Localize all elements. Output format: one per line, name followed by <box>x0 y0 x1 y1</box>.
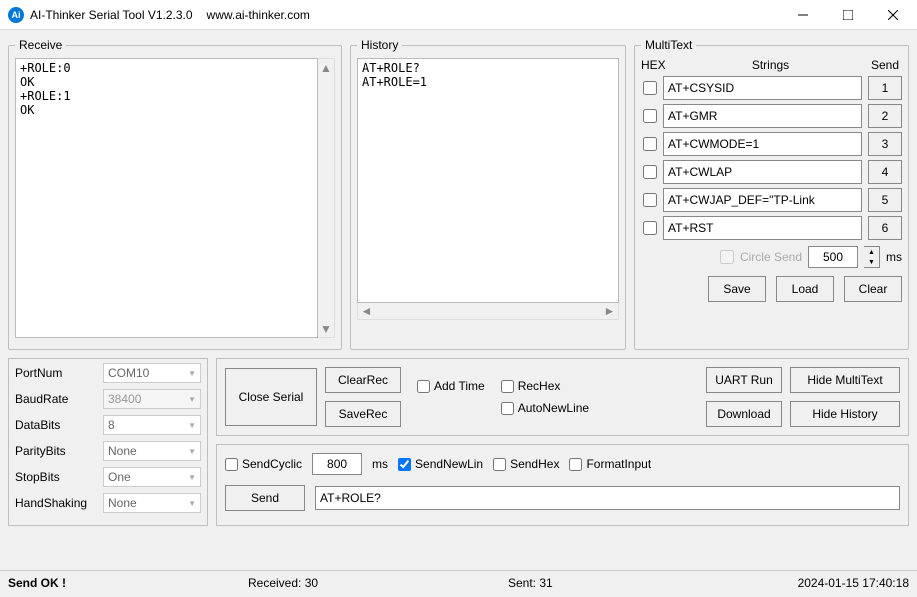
chevron-down-icon: ▼ <box>188 421 196 430</box>
multitext-header-hex: HEX <box>641 58 673 72</box>
multitext-legend: MultiText <box>641 38 696 52</box>
multitext-send-button[interactable]: 2 <box>868 104 902 128</box>
receive-textarea[interactable]: +ROLE:0 OK +ROLE:1 OK <box>15 58 318 338</box>
history-legend: History <box>357 38 402 52</box>
maximize-button[interactable] <box>825 0 870 30</box>
download-button[interactable]: Download <box>706 401 782 427</box>
multitext-clear-button[interactable]: Clear <box>844 276 902 302</box>
send-panel: SendCyclic ms SendNewLin SendHex FormatI… <box>216 444 909 526</box>
minimize-button[interactable] <box>780 0 825 30</box>
cyclic-interval-input[interactable] <box>312 453 362 475</box>
status-sent: Sent: 31 <box>508 576 798 590</box>
circle-send-interval[interactable] <box>808 246 858 268</box>
chevron-down-icon: ▼ <box>188 369 196 378</box>
multitext-row: 1 <box>641 76 902 100</box>
scroll-left-icon[interactable]: ◄ <box>358 303 375 319</box>
auto-newline-checkbox[interactable]: AutoNewLine <box>501 401 589 415</box>
multitext-row: 2 <box>641 104 902 128</box>
history-textarea[interactable]: AT+ROLE? AT+ROLE=1 <box>357 58 619 303</box>
receive-legend: Receive <box>15 38 66 52</box>
scroll-right-icon[interactable]: ► <box>601 303 618 319</box>
status-bar: Send OK ! Received: 30 Sent: 31 2024-01-… <box>0 570 917 594</box>
multitext-send-button[interactable]: 4 <box>868 160 902 184</box>
multitext-hex-checkbox[interactable] <box>643 81 657 95</box>
chevron-down-icon: ▼ <box>188 395 196 404</box>
circle-send-checkbox[interactable] <box>720 250 734 264</box>
rec-hex-checkbox[interactable]: RecHex <box>501 379 589 393</box>
vendor-url: www.ai-thinker.com <box>207 8 310 22</box>
multitext-group: MultiText HEX Strings Send 1 2 3 4 5 6 Circle… <box>634 38 909 350</box>
clear-rec-button[interactable]: ClearRec <box>325 367 401 393</box>
circle-send-label: Circle Send <box>740 250 802 264</box>
command-input[interactable] <box>315 486 900 510</box>
portnum-label: PortNum <box>15 366 103 380</box>
portnum-combo[interactable]: COM10▼ <box>103 363 201 383</box>
multitext-hex-checkbox[interactable] <box>643 165 657 179</box>
cyclic-unit: ms <box>372 457 388 471</box>
receive-group: Receive +ROLE:0 OK +ROLE:1 OK ▲ ▼ <box>8 38 342 350</box>
send-hex-checkbox[interactable]: SendHex <box>493 457 559 471</box>
baudrate-label: BaudRate <box>15 392 103 406</box>
hide-history-button[interactable]: Hide History <box>790 401 900 427</box>
app-logo-icon: Ai <box>8 7 24 23</box>
multitext-send-button[interactable]: 5 <box>868 188 902 212</box>
multitext-hex-checkbox[interactable] <box>643 137 657 151</box>
save-rec-button[interactable]: SaveRec <box>325 401 401 427</box>
multitext-header-strings: Strings <box>677 58 864 72</box>
multitext-string-input[interactable] <box>663 188 862 212</box>
spin-down-icon[interactable]: ▼ <box>864 257 879 267</box>
status-received: Received: 30 <box>248 576 508 590</box>
multitext-string-input[interactable] <box>663 216 862 240</box>
status-message: Send OK ! <box>8 576 248 590</box>
multitext-save-button[interactable]: Save <box>708 276 766 302</box>
multitext-hex-checkbox[interactable] <box>643 109 657 123</box>
multitext-row: 3 <box>641 132 902 156</box>
circle-send-unit: ms <box>886 250 902 264</box>
multitext-load-button[interactable]: Load <box>776 276 834 302</box>
multitext-string-input[interactable] <box>663 104 862 128</box>
scroll-up-icon[interactable]: ▲ <box>318 59 334 76</box>
history-scrollbar[interactable]: ◄ ► <box>357 303 619 320</box>
close-button[interactable] <box>870 0 915 30</box>
multitext-send-button[interactable]: 6 <box>868 216 902 240</box>
control-panel: Close Serial ClearRec SaveRec Add Time R… <box>216 358 909 436</box>
close-serial-button[interactable]: Close Serial <box>225 368 317 426</box>
multitext-string-input[interactable] <box>663 132 862 156</box>
circle-send-spinner[interactable]: ▲▼ <box>864 246 880 268</box>
multitext-row: 5 <box>641 188 902 212</box>
window-title: AI-Thinker Serial Tool V1.2.3.0 <box>30 8 193 22</box>
send-button[interactable]: Send <box>225 485 305 511</box>
multitext-string-input[interactable] <box>663 160 862 184</box>
history-group: History AT+ROLE? AT+ROLE=1 ◄ ► <box>350 38 626 350</box>
multitext-string-input[interactable] <box>663 76 862 100</box>
multitext-send-button[interactable]: 3 <box>868 132 902 156</box>
multitext-row: 4 <box>641 160 902 184</box>
multitext-hex-checkbox[interactable] <box>643 193 657 207</box>
hide-multitext-button[interactable]: Hide MultiText <box>790 367 900 393</box>
title-bar: Ai AI-Thinker Serial Tool V1.2.3.0 www.a… <box>0 0 917 30</box>
spin-up-icon[interactable]: ▲ <box>864 247 879 257</box>
uart-run-button[interactable]: UART Run <box>706 367 782 393</box>
baudrate-combo[interactable]: 38400▼ <box>103 389 201 409</box>
multitext-hex-checkbox[interactable] <box>643 221 657 235</box>
databits-combo[interactable]: 8▼ <box>103 415 201 435</box>
receive-scrollbar[interactable]: ▲ ▼ <box>318 58 335 338</box>
databits-label: DataBits <box>15 418 103 432</box>
format-input-checkbox[interactable]: FormatInput <box>569 457 651 471</box>
multitext-send-button[interactable]: 1 <box>868 76 902 100</box>
scroll-down-icon[interactable]: ▼ <box>318 320 334 337</box>
multitext-header-send: Send <box>868 58 902 72</box>
status-datetime: 2024-01-15 17:40:18 <box>798 576 909 590</box>
send-cyclic-checkbox[interactable]: SendCyclic <box>225 457 302 471</box>
send-newline-checkbox[interactable]: SendNewLin <box>398 457 483 471</box>
multitext-row: 6 <box>641 216 902 240</box>
add-time-checkbox[interactable]: Add Time <box>417 379 485 393</box>
